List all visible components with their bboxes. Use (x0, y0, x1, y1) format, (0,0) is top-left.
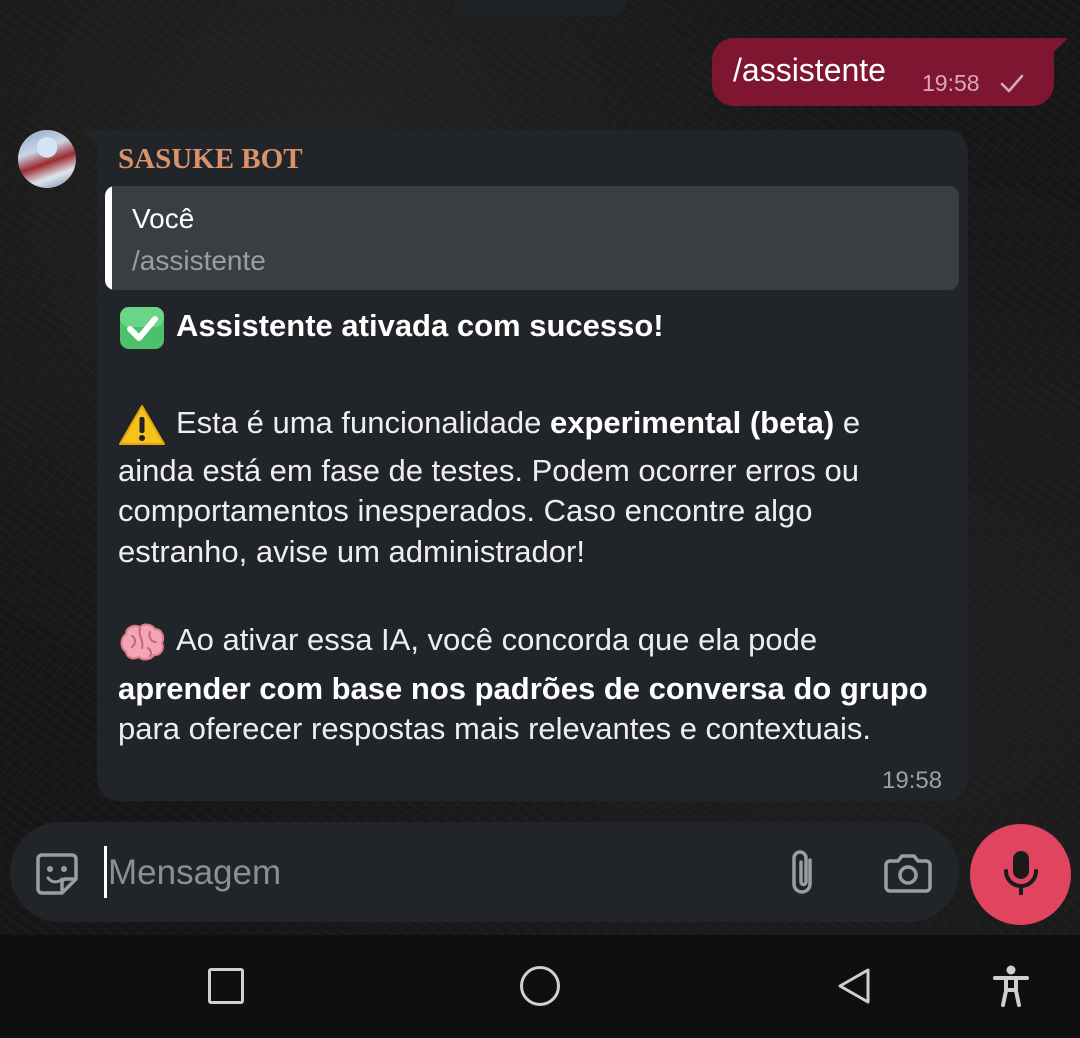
camera-icon[interactable] (884, 853, 932, 893)
message-line: comportamentos inesperados. Caso encontr… (118, 493, 813, 528)
recent-apps-icon[interactable] (208, 968, 244, 1004)
accessibility-icon[interactable] (992, 965, 1030, 1007)
check-icon (1000, 74, 1024, 93)
message-line-brain: Ao ativar essa IA, você concorda que ela… (118, 622, 817, 662)
message-line: estranho, avise um administrador! (118, 534, 585, 569)
outgoing-message-time: 19:58 (922, 70, 980, 96)
warning-text-pre: Esta é uma funcionalidade (176, 405, 550, 441)
message-line: ainda está em fase de testes. Podem ocor… (118, 453, 859, 488)
paperclip-icon[interactable] (784, 848, 824, 898)
date-pill (453, 0, 627, 16)
warning-emoji (119, 405, 165, 445)
back-icon[interactable] (836, 966, 872, 1006)
message-line: para oferecer respostas mais relevantes … (118, 711, 871, 746)
text-caret (104, 846, 107, 898)
microphone-icon (1004, 851, 1038, 895)
outgoing-bubble-tail (1054, 38, 1068, 52)
sticker-icon[interactable] (34, 851, 80, 897)
warning-text-post: e (834, 405, 861, 441)
reply-quote-bar (105, 186, 112, 290)
bot-avatar[interactable] (18, 130, 76, 188)
reply-author: Você (132, 203, 195, 234)
home-icon[interactable] (520, 966, 560, 1006)
outgoing-message-text: /assistente (733, 52, 886, 88)
message-line-success: Assistente ativada com sucesso! (118, 306, 664, 350)
message-line-warning: Esta é uma funcionalidade experimental (… (118, 404, 860, 446)
incoming-message-time: 19:58 (882, 767, 943, 794)
sender-name[interactable]: SASUKE BOT (118, 143, 303, 176)
success-text: Assistente ativada com sucesso! (176, 308, 664, 344)
reply-quote[interactable]: Você /assistente (105, 186, 959, 290)
brain-emoji (120, 623, 165, 661)
check-mark-button-emoji (120, 307, 164, 349)
warning-text-bold: experimental (beta) (549, 405, 835, 441)
message-input[interactable]: Mensagem (108, 853, 281, 893)
incoming-bubble-tail (83, 130, 97, 144)
brain-text: Ao ativar essa IA, você concorda que ela… (176, 622, 818, 658)
reply-text: /assistente (132, 245, 266, 276)
message-line-bold: aprender com base nos padrões de convers… (118, 671, 928, 706)
